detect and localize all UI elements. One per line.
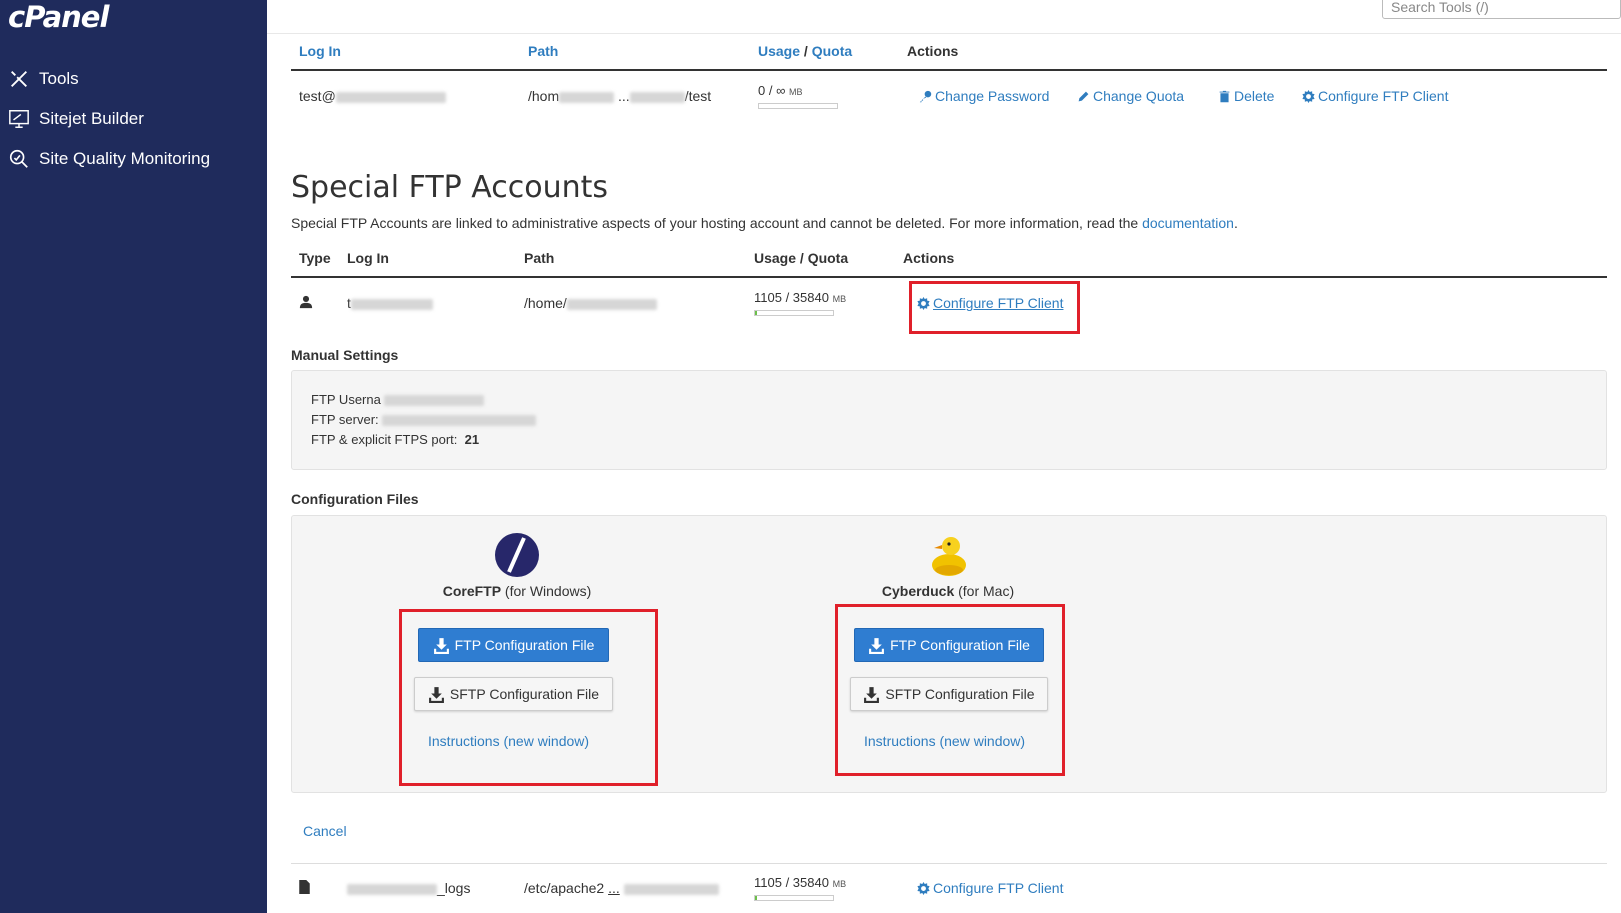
change-password-link[interactable]: Change Password xyxy=(919,88,1049,104)
section-description: Special FTP Accounts are linked to admin… xyxy=(291,215,1238,231)
sidebar-item-label: Site Quality Monitoring xyxy=(39,149,211,168)
page-title: Special FTP Accounts xyxy=(291,170,609,205)
column-header-path[interactable]: Path xyxy=(528,43,558,59)
ftp-username-line: FTP Userna xyxy=(311,392,485,407)
cpanel-logo[interactable]: cPanel xyxy=(8,0,109,34)
usage-progress-bar xyxy=(754,895,834,901)
column-header-login: Log In xyxy=(347,250,389,266)
highlight-box xyxy=(909,281,1080,334)
usage-cell: 0 / ∞ MB xyxy=(758,83,803,98)
sidebar-item-tools[interactable]: Tools xyxy=(6,66,79,92)
coreftp-logo-icon xyxy=(494,532,540,578)
divider xyxy=(291,863,1607,864)
delete-link[interactable]: Delete xyxy=(1218,88,1274,104)
column-header-actions: Actions xyxy=(903,250,955,266)
tools-icon xyxy=(6,66,32,92)
usage-cell: 1105 / 35840 MB xyxy=(754,875,847,890)
column-header-actions: Actions xyxy=(907,43,959,59)
redacted-text xyxy=(623,883,719,895)
ftp-server-line: FTP server: xyxy=(311,412,537,427)
usage-progress-bar xyxy=(758,103,838,109)
manual-settings-title: Manual Settings xyxy=(291,347,399,363)
redacted-text xyxy=(335,91,446,103)
cyberduck-client: Cyberduck (for Mac) xyxy=(843,532,1053,599)
sidebar-item-label: Tools xyxy=(39,69,79,88)
coreftp-client: CoreFTP (for Windows) xyxy=(412,532,622,599)
usage-progress-bar xyxy=(754,310,834,316)
search-input[interactable]: Search Tools (/) xyxy=(1382,0,1621,19)
column-header-usage-quota: Usage / Quota xyxy=(754,250,849,266)
usage-progress-fill xyxy=(755,896,758,900)
config-files-title: Configuration Files xyxy=(291,491,419,507)
client-name: CoreFTP (for Windows) xyxy=(442,583,592,599)
login-cell: t xyxy=(347,295,433,311)
column-header-usage-quota: Usage / Quota xyxy=(758,43,853,59)
documentation-link[interactable]: documentation xyxy=(1142,215,1234,231)
manual-settings-panel: FTP Userna FTP server: FTP & explicit FT… xyxy=(291,370,1607,470)
redacted-text xyxy=(566,298,657,310)
login-cell: _logs xyxy=(347,880,470,896)
redacted-text xyxy=(382,415,537,427)
configure-ftp-client-link[interactable]: Configure FTP Client xyxy=(917,880,1063,896)
redacted-text xyxy=(350,298,433,310)
redacted-text xyxy=(384,395,485,407)
cancel-link[interactable]: Cancel xyxy=(303,823,347,839)
special-table-header: Type Log In Path Usage / Quota Actions xyxy=(291,240,1607,278)
change-quota-link[interactable]: Change Quota xyxy=(1077,88,1184,104)
path-cell: /hom .../test xyxy=(528,88,712,104)
usage-sort-link[interactable]: Usage xyxy=(758,43,800,59)
ftp-port-value: 21 xyxy=(464,432,480,447)
column-header-type: Type xyxy=(299,250,331,266)
highlight-box xyxy=(399,609,658,786)
path-cell: /home/ xyxy=(524,295,657,311)
key-icon xyxy=(919,90,932,102)
monitor-icon xyxy=(6,106,32,132)
gear-icon xyxy=(1302,89,1315,103)
trash-icon xyxy=(1219,90,1230,102)
column-header-login[interactable]: Log In xyxy=(299,43,341,59)
redacted-text xyxy=(347,883,437,895)
path-cell: /etc/apache2 ... xyxy=(524,880,719,896)
table-row: test@ /hom .../test 0 / ∞ MB Change Pass… xyxy=(291,83,1607,116)
configure-ftp-client-link[interactable]: Configure FTP Client xyxy=(1302,88,1448,104)
highlight-box xyxy=(835,604,1065,776)
usage-progress-fill xyxy=(755,311,758,315)
gear-icon xyxy=(917,881,930,895)
user-icon xyxy=(299,295,313,312)
redacted-text xyxy=(559,91,615,103)
pencil-icon xyxy=(1078,91,1089,101)
sidebar-item-sitejet[interactable]: Sitejet Builder xyxy=(6,106,144,132)
magnifier-icon xyxy=(6,146,32,172)
usage-cell: 1105 / 35840 MB xyxy=(754,290,847,305)
file-icon xyxy=(299,880,310,897)
sidebar-item-site-quality[interactable]: Site Quality Monitoring xyxy=(6,146,210,172)
client-name: Cyberduck (for Mac) xyxy=(881,583,1015,599)
ftp-port-line: FTP & explicit FTPS port: 21 xyxy=(311,432,480,447)
cyberduck-logo-icon xyxy=(925,532,971,578)
quota-sort-link[interactable]: Quota xyxy=(812,43,852,59)
sidebar: cPanel Tools Sitejet Builder Site Qualit… xyxy=(0,0,267,913)
table-row: _logs /etc/apache2 ... 1105 / 35840 MB C… xyxy=(291,875,1607,910)
login-cell: test@ xyxy=(299,88,446,104)
column-header-path: Path xyxy=(524,250,555,266)
redacted-text xyxy=(629,91,685,103)
ftp-table-header: Log In Path Usage / Quota Actions xyxy=(291,33,1607,71)
sidebar-item-label: Sitejet Builder xyxy=(39,109,144,128)
